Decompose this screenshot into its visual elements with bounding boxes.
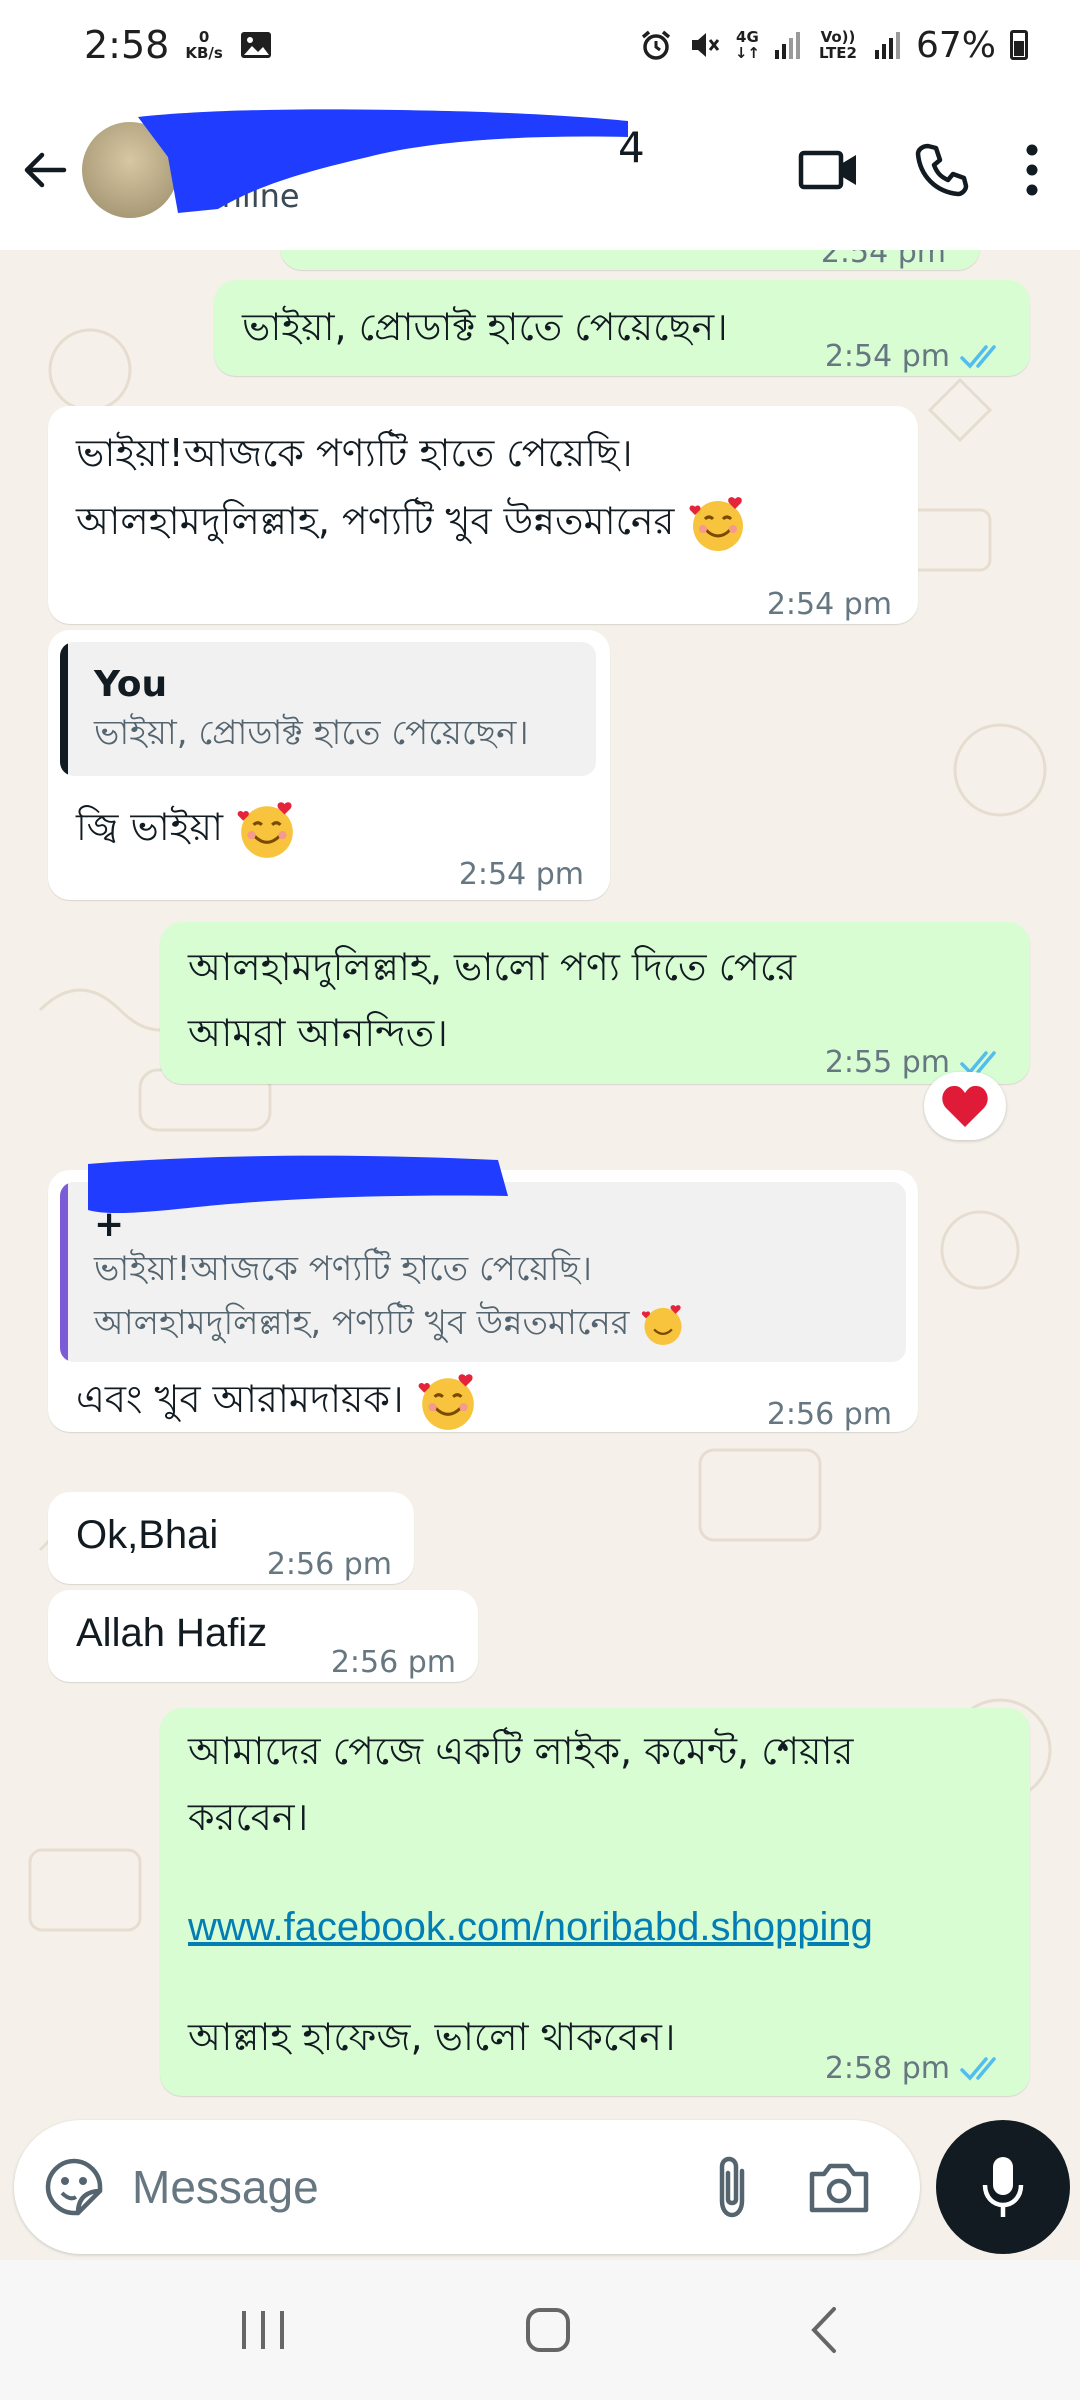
read-ticks-icon	[960, 2057, 996, 2081]
redaction-scribble	[138, 109, 628, 213]
smiling-hearts-emoji	[642, 1304, 682, 1345]
message-bubble-out-prev[interactable]: 2:54 pm	[280, 250, 980, 270]
message-time: 2:56 pm	[266, 1547, 392, 1582]
message-composer	[14, 2120, 920, 2254]
video-call-icon	[798, 150, 856, 190]
message-line-2: আলহামদুলিল্লাহ, পণ্যটি খুব উন্নতমানের	[76, 488, 749, 555]
voice-call-button[interactable]	[914, 142, 970, 198]
message-line-2: করবেন।	[188, 1795, 309, 1839]
net-speed-unit: KB/s	[185, 44, 223, 62]
message-meta: 2:54 pm	[825, 324, 1006, 390]
message-closing: আল্লাহ হাফেজ, ভালো থাকবেন।	[188, 2015, 676, 2059]
gallery-icon	[240, 32, 271, 58]
status-time: 2:58	[84, 23, 170, 67]
home-icon	[525, 2308, 570, 2352]
message-time: 2:58 pm	[824, 2051, 950, 2086]
read-ticks-icon	[960, 345, 996, 369]
chat-header: 4 online	[0, 90, 1080, 250]
message-meta: 2:56 pm	[267, 1532, 392, 1598]
more-options-button[interactable]	[1024, 142, 1040, 198]
sticker-button[interactable]	[44, 2157, 104, 2217]
status-bar: 2:58 0 KB/s 4G ↓↑ Vo)) LTE2 67%	[0, 0, 1080, 90]
smiling-hearts-emoji	[689, 496, 743, 551]
more-vert-icon	[1026, 144, 1038, 196]
system-nav-bar	[0, 2260, 1080, 2400]
message-text: Allah Hafiz	[76, 1611, 268, 1655]
message-reaction[interactable]	[924, 1072, 1006, 1140]
message-text: জ্বি ভাইয়া	[76, 794, 299, 862]
message-text: এবং খুব আরামদায়ক।	[76, 1366, 480, 1434]
message-time: 2:54 pm	[458, 857, 584, 892]
network-4g: 4G ↓↑	[734, 28, 760, 62]
message-meta: 2:54 pm	[767, 572, 892, 638]
sticker-icon	[45, 2158, 103, 2216]
message-meta: 2:58 pm	[825, 2036, 1006, 2102]
quote-line-2: আলহামদুলিল্লাহ, পণ্যটি খুব উন্নতমানের	[94, 1296, 686, 1350]
message-bubble-out[interactable]: ভাইয়া, প্রোডাক্ট হাতে পেয়েছেন। 2:54 pm	[214, 280, 1030, 376]
signal-icon	[774, 32, 800, 59]
alarm-icon	[641, 30, 670, 60]
quote-bar	[60, 1182, 68, 1362]
message-meta: 2:54 pm	[459, 842, 584, 908]
message-meta: 2:56 pm	[767, 1382, 892, 1448]
smiling-hearts-emoji	[237, 801, 293, 858]
message-time: 2:56 pm	[330, 1645, 456, 1680]
back-button[interactable]	[0, 90, 90, 250]
back-arrow-icon	[24, 152, 67, 188]
heart-icon	[942, 1085, 988, 1127]
message-bubble-in-reply[interactable]: You ভাইয়া, প্রোডাক্ট হাতে পেয়েছেন। জ্ব…	[48, 630, 610, 900]
mic-icon	[982, 2157, 1024, 2217]
home-button[interactable]	[523, 2305, 573, 2355]
video-call-button[interactable]	[798, 145, 860, 195]
volte-label: Vo)) LTE2	[818, 28, 857, 62]
redaction-scribble	[88, 1155, 508, 1214]
quote-text: ভাইয়া, প্রোডাক্ট হাতে পেয়েছেন।	[94, 713, 529, 753]
message-bubble-out[interactable]: আলহামদুলিল্লাহ, ভালো পণ্য দিতে পেরে আমরা…	[160, 922, 1030, 1084]
attach-button[interactable]	[712, 2155, 752, 2219]
message-bubble-out[interactable]: আমাদের পেজে একটি লাইক, কমেন্ট, শেয়ার কর…	[160, 1708, 1030, 2096]
message-bubble-in-reply[interactable]: + ভাইয়া!আজকে পণ্যটি হাতে পেয়েছি। আলহাম…	[48, 1155, 918, 1434]
quote-line-1: ভাইয়া!আজকে পণ্যটি হাতে পেয়েছি।	[94, 1249, 593, 1289]
nav-back-icon	[811, 2307, 837, 2353]
recents-icon	[241, 2311, 284, 2349]
net-speed-value: 0	[198, 28, 210, 46]
camera-button[interactable]	[808, 2160, 870, 2214]
quoted-message[interactable]: You ভাইয়া, প্রোডাক্ট হাতে পেয়েছেন।	[60, 642, 596, 776]
message-line-2: আমরা আনন্দিত।	[188, 1011, 448, 1055]
message-bubble-in[interactable]: Ok,Bhai 2:56 pm	[48, 1492, 414, 1584]
chat-area[interactable]: 2:54 pm ভাইয়া, প্রোডাক্ট হাতে পেয়েছেন।…	[0, 250, 1080, 2110]
voice-record-button[interactable]	[936, 2120, 1070, 2254]
recents-button[interactable]	[238, 2307, 288, 2353]
message-meta: 2:56 pm	[331, 1630, 456, 1696]
message-line-1: ভাইয়া!আজকে পণ্যটি হাতে পেয়েছি।	[76, 431, 633, 475]
camera-icon	[809, 2163, 869, 2213]
message-text: Ok,Bhai	[76, 1513, 219, 1557]
message-input[interactable]	[132, 2160, 652, 2214]
message-bubble-in[interactable]: ভাইয়া!আজকে পণ্যটি হাতে পেয়েছি। আলহামদু…	[48, 406, 918, 624]
facebook-page-link[interactable]: www.facebook.com/noribabd.shopping	[188, 1894, 873, 1960]
network-label: 4G	[736, 28, 759, 46]
message-line-1: আলহামদুলিল্লাহ, ভালো পণ্য দিতে পেরে	[188, 945, 797, 989]
battery-percent: 67%	[915, 24, 996, 66]
message-time: 2:54 pm	[824, 339, 950, 374]
contact-info[interactable]: 4 online	[138, 109, 698, 225]
mute-icon	[691, 33, 720, 57]
quote-bar	[60, 642, 68, 776]
signal-2-icon	[874, 32, 900, 59]
message-bubble-in[interactable]: Allah Hafiz 2:56 pm	[48, 1590, 478, 1682]
message-text: ভাইয়া, প্রোডাক্ট হাতে পেয়েছেন।	[242, 305, 728, 349]
nav-back-button[interactable]	[808, 2305, 842, 2355]
phone-icon	[915, 143, 969, 197]
message-time: 2:56 pm	[766, 1397, 892, 1432]
message-time: 2:54 pm	[766, 587, 892, 622]
message-line-1: আমাদের পেজে একটি লাইক, কমেন্ট, শেয়ার	[188, 1729, 854, 1773]
battery-icon	[1010, 30, 1028, 60]
attach-icon	[719, 2156, 745, 2218]
smiling-hearts-emoji	[418, 1373, 474, 1430]
net-speed: 0 KB/s	[185, 29, 222, 61]
